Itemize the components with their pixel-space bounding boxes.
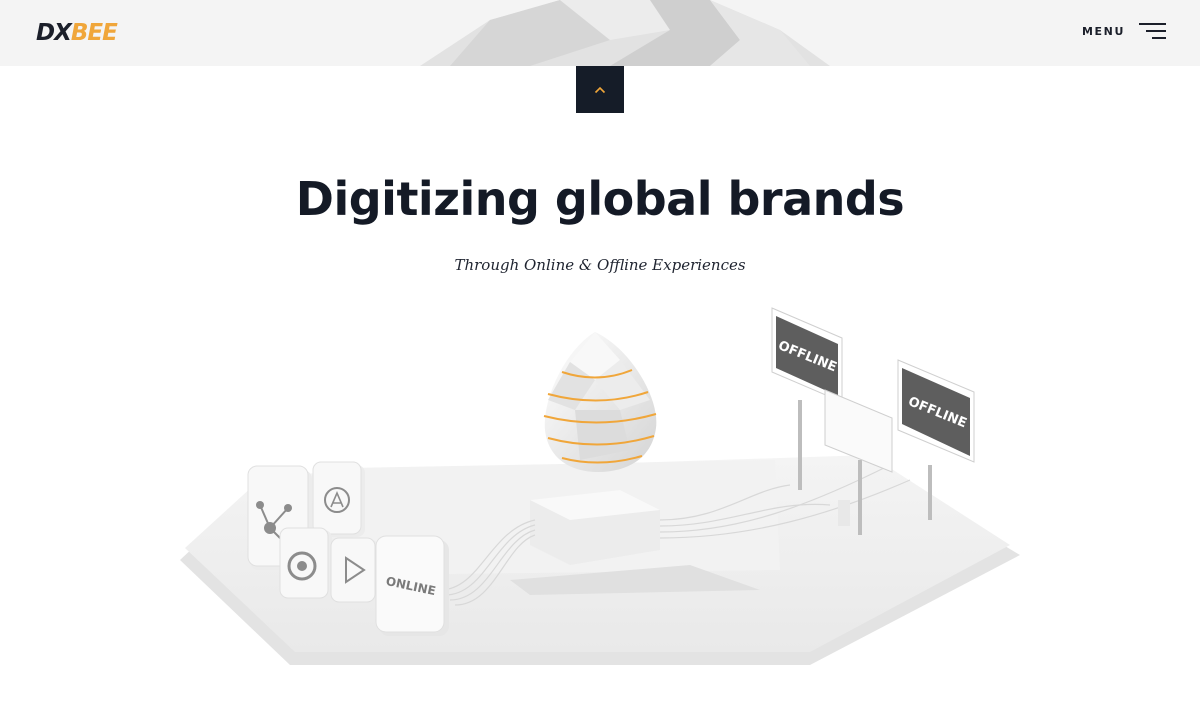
online-tile: ONLINE: [375, 535, 449, 636]
menu-button[interactable]: MENU: [1082, 22, 1166, 40]
scroll-to-top-button[interactable]: [576, 66, 624, 113]
crystal-egg: [543, 332, 657, 472]
site-header: DX BEE MENU: [0, 0, 1200, 66]
play-store-icon: [330, 537, 379, 604]
app-store-icon: [312, 461, 365, 537]
hero-title: Digitizing global brands: [295, 172, 905, 226]
menu-label: MENU: [1082, 24, 1125, 38]
logo-text-dx: DX: [36, 20, 72, 46]
hero-subtitle: Through Online & Offline Experiences: [454, 256, 746, 274]
chevron-up-icon: [594, 86, 606, 93]
header-crystal-art: [420, 0, 830, 66]
logo[interactable]: DX BEE: [36, 20, 118, 46]
hamburger-icon: [1139, 22, 1166, 40]
hero-illustration: ONLINE OFFLINE OFFLINE: [180, 307, 1020, 665]
chrome-icon: [279, 527, 332, 600]
logo-text-bee: BEE: [70, 20, 118, 46]
